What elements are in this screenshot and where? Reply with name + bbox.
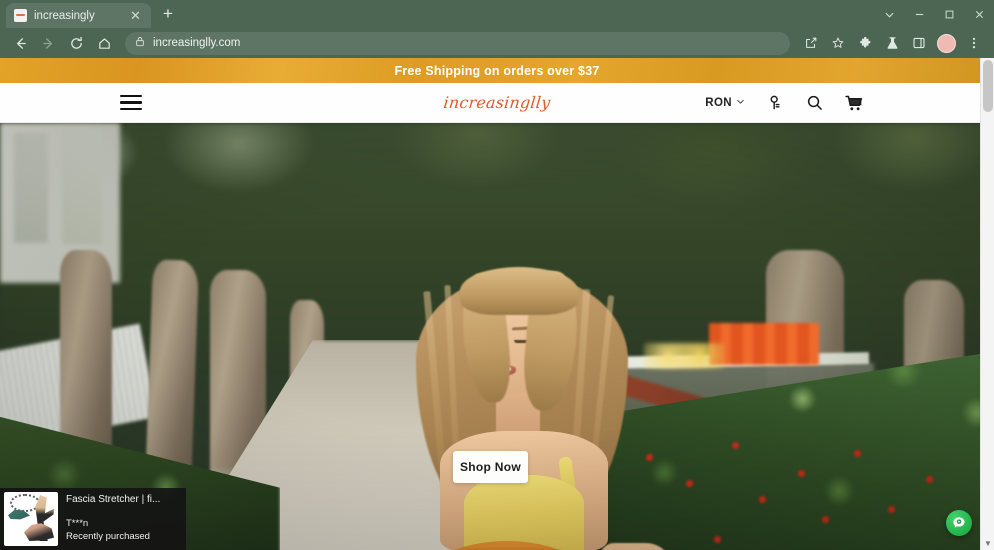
three-dot-menu-icon[interactable] [961,30,987,56]
browser-tab[interactable]: increasingly ✕ [6,3,151,28]
labs-flask-icon[interactable] [879,30,905,56]
page-favicon-icon [14,9,27,22]
chat-bubble-icon[interactable] [946,510,972,536]
hero-background-image [0,123,994,550]
tab-title: increasingly [34,9,95,22]
user-account-icon[interactable] [767,94,784,111]
site-header: increasinglly RON [0,83,994,123]
currency-selector[interactable]: RON [705,97,745,109]
window-close-icon[interactable] [964,0,994,28]
recent-purchase-notification[interactable]: Fascia Stretcher | fi... T***n Recently … [0,488,186,550]
hero-banner: Shop Now Fascia Stretcher | fi... T***n … [0,123,994,550]
url-text: increasinglly.com [153,37,241,49]
product-thumbnail-icon [4,492,58,546]
header-actions: RON [705,94,864,112]
side-panel-icon[interactable] [906,30,932,56]
browser-toolbar: increasinglly.com [0,28,994,58]
shopping-cart-icon[interactable] [845,94,864,112]
search-icon[interactable] [806,94,823,111]
home-icon[interactable] [91,30,117,56]
minimize-icon[interactable] [904,0,934,28]
address-bar[interactable]: increasinglly.com [125,31,790,55]
page-scrollbar[interactable]: ▼ [980,58,994,550]
browser-window: increasingly ✕ + increasinglly.com Free … [0,0,994,550]
profile-avatar[interactable] [937,33,956,53]
new-tab-button[interactable]: + [155,1,181,27]
tab-strip: increasingly ✕ + [0,0,994,28]
announcement-text: Free Shipping on orders over $37 [394,63,600,78]
forward-arrow-icon[interactable] [35,30,61,56]
window-controls [874,0,994,28]
chevron-down-icon [736,97,745,109]
notification-product-name: Fascia Stretcher | fi... [66,494,161,506]
back-arrow-icon[interactable] [7,30,33,56]
scroll-down-arrow-icon[interactable]: ▼ [981,536,994,550]
extensions-puzzle-icon[interactable] [852,30,878,56]
notification-status: Recently purchased [66,531,150,542]
maximize-icon[interactable] [934,0,964,28]
share-icon[interactable] [798,30,824,56]
notification-user: T***n [66,518,89,530]
tab-search-chevron-down-icon[interactable] [874,0,904,28]
reload-icon[interactable] [63,30,89,56]
scrollbar-thumb[interactable] [983,60,993,112]
currency-label: RON [705,96,732,109]
announcement-bar: Free Shipping on orders over $37 [0,58,994,83]
shop-now-button[interactable]: Shop Now [453,451,528,483]
bookmark-star-icon[interactable] [825,30,851,56]
notification-body: Fascia Stretcher | fi... T***n Recently … [66,494,182,544]
tab-close-icon[interactable]: ✕ [128,8,143,23]
lock-icon [135,34,145,52]
toolbar-actions [798,30,987,56]
page-viewport: Free Shipping on orders over $37 increas… [0,58,994,550]
